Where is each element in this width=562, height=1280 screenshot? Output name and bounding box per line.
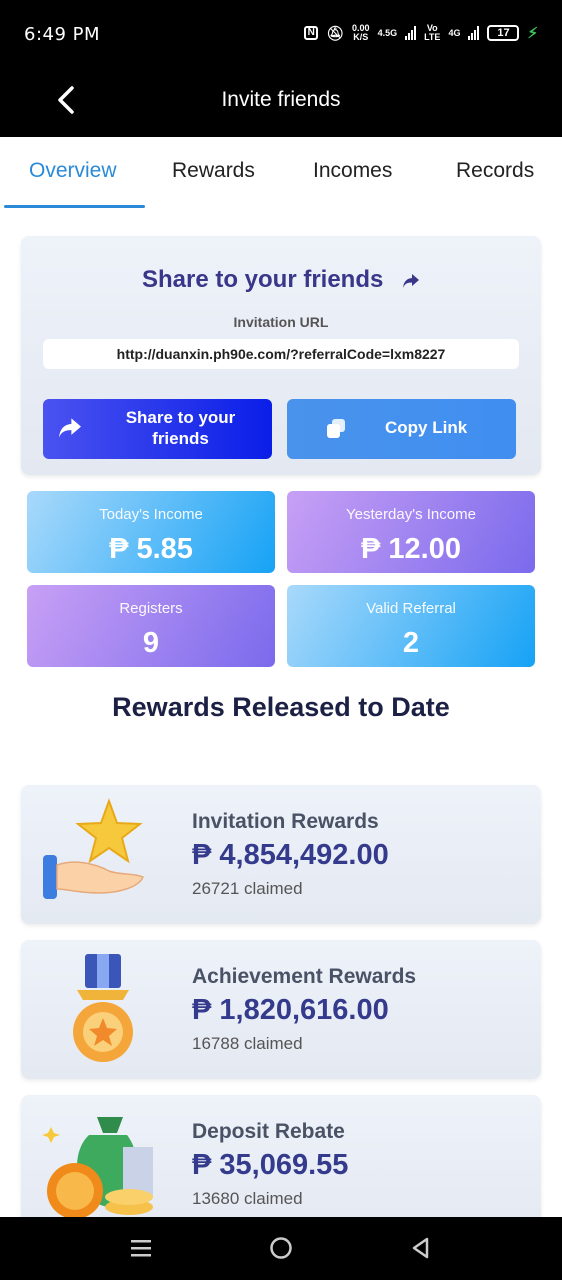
battery-icon: 17 [487, 25, 520, 41]
copy-icon [327, 419, 345, 438]
status-icons: N 🔕︎ 0.00 K/S 4.5G Vo LTE 4G 17 ⚡︎ [304, 24, 538, 42]
invitation-url-field[interactable]: http://duanxin.ph90e.com/?referralCode=l… [43, 339, 519, 369]
tab-records[interactable]: Records [456, 159, 534, 183]
reward-amount: ₱ 1,820,616.00 [192, 994, 389, 1026]
stat-label: Yesterday's Income [346, 506, 476, 523]
stat-today-income: Today's Income ₱ 5.85 [27, 491, 275, 573]
reward-card-invitation: Invitation Rewards ₱ 4,854,492.00 26721 … [21, 785, 541, 924]
home-icon[interactable] [268, 1235, 294, 1261]
active-tab-indicator [4, 205, 145, 208]
share-arrow-icon [403, 273, 420, 288]
network-type-1: 4.5G [377, 28, 398, 38]
network-speed: 0.00 K/S [352, 24, 370, 42]
app-bar: Invite friends [0, 62, 562, 137]
status-bar: 6:49 PM N 🔕︎ 0.00 K/S 4.5G Vo LTE 4G 17 … [0, 0, 562, 62]
share-title: Share to your friends [21, 266, 541, 294]
reward-title: Achievement Rewards [192, 965, 417, 988]
stat-value: ₱ 5.85 [109, 533, 193, 565]
share-arrow-icon [59, 418, 81, 438]
tab-incomes[interactable]: Incomes [313, 159, 392, 183]
network-speed-unit: K/S [353, 32, 369, 42]
bell-muted-icon: 🔕︎ [326, 24, 345, 41]
signal-icon-2 [468, 26, 480, 40]
copy-link-button[interactable]: Copy Link [287, 399, 516, 459]
stat-valid-referral: Valid Referral 2 [287, 585, 535, 667]
rewards-heading: Rewards Released to Date [112, 692, 450, 722]
share-card: Share to your friends Invitation URL htt… [21, 236, 541, 475]
stat-label: Today's Income [99, 506, 203, 523]
tab-rewards[interactable]: Rewards [172, 159, 255, 183]
reward-card-achievement: Achievement Rewards ₱ 1,820,616.00 16788… [21, 940, 541, 1079]
medal-icon [73, 954, 133, 1062]
reward-claimed: 16788 claimed [192, 1034, 303, 1053]
charging-icon: ⚡︎ [527, 25, 538, 42]
page-title: Invite friends [221, 88, 341, 111]
stat-label: Registers [119, 600, 183, 617]
hand-star-icon [43, 798, 144, 899]
reward-amount: ₱ 35,069.55 [192, 1149, 349, 1181]
reward-title: Deposit Rebate [192, 1120, 345, 1143]
reward-title: Invitation Rewards [192, 810, 379, 833]
money-bag-icon [42, 1117, 153, 1219]
share-button-label: Share to your friends [125, 408, 236, 448]
tab-bar: Overview Rewards Incomes Records [0, 137, 562, 209]
volte-bottom: LTE [424, 32, 441, 42]
reward-amount: ₱ 4,854,492.00 [192, 839, 389, 871]
stat-label: Valid Referral [366, 600, 456, 617]
back-nav-icon[interactable] [408, 1235, 434, 1261]
status-time: 6:49 PM [24, 24, 101, 45]
signal-icon [405, 26, 417, 40]
tab-overview[interactable]: Overview [29, 159, 117, 183]
stat-yesterday-income: Yesterday's Income ₱ 12.00 [287, 491, 535, 573]
copy-link-label: Copy Link [385, 418, 468, 437]
stat-value: ₱ 12.00 [361, 533, 461, 565]
network-type-2: 4G [448, 28, 461, 38]
reward-claimed: 13680 claimed [192, 1189, 303, 1208]
battery-level: 17 [497, 27, 510, 39]
stat-value: 2 [402, 627, 420, 659]
recents-icon[interactable] [128, 1235, 154, 1261]
share-title-text: Share to your friends [141, 266, 384, 293]
reward-card-deposit: Deposit Rebate ₱ 35,069.55 13680 claimed [21, 1095, 541, 1234]
stat-value: 9 [142, 627, 160, 659]
system-nav-bar [0, 1217, 562, 1280]
invitation-url-label: Invitation URL [233, 314, 329, 330]
share-button[interactable]: Share to your friends [43, 399, 272, 459]
volte-indicator: Vo LTE [424, 24, 440, 42]
nfc-icon: N [304, 26, 319, 40]
stat-registers: Registers 9 [27, 585, 275, 667]
reward-claimed: 26721 claimed [192, 879, 303, 898]
